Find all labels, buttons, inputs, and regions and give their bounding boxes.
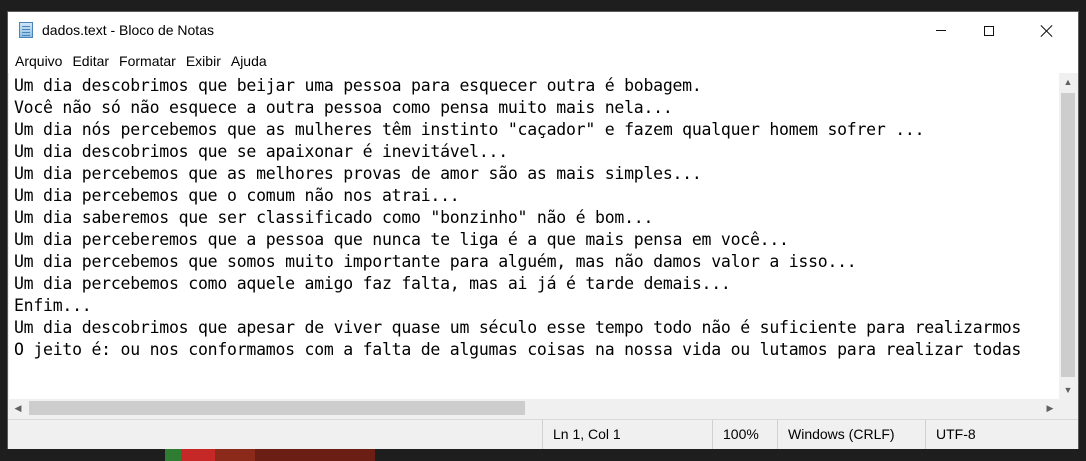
text-line: Um dia descobrimos que apesar de viver q…: [14, 318, 1022, 337]
taskbar-strip: [0, 449, 1086, 461]
text-line: Um dia descobrimos que beijar uma pessoa…: [14, 76, 702, 95]
menu-ajuda[interactable]: Ajuda: [226, 50, 272, 72]
close-button[interactable]: [1018, 12, 1076, 49]
text-line: Um dia nós percebemos que as mulheres tê…: [14, 120, 925, 139]
status-bar: Ln 1, Col 1 100% Windows (CRLF) UTF-8: [8, 419, 1078, 449]
zoom-level: 100%: [712, 420, 777, 449]
scroll-left-icon[interactable]: ◀: [9, 399, 27, 417]
editor-text[interactable]: Um dia descobrimos que beijar uma pessoa…: [9, 73, 1059, 361]
window-title: dados.text - Bloco de Notas: [42, 22, 214, 38]
vertical-scrollbar[interactable]: ▲ ▼: [1059, 73, 1077, 399]
notepad-icon: [19, 22, 33, 38]
vertical-scroll-thumb[interactable]: [1061, 93, 1075, 377]
scrollbar-corner: [1059, 399, 1077, 417]
taskbar-accent: [255, 449, 375, 461]
scroll-up-icon[interactable]: ▲: [1059, 73, 1077, 91]
text-line: Um dia percebemos que as melhores provas…: [14, 164, 702, 183]
maximize-icon: [984, 25, 994, 36]
text-line: Um dia descobrimos que se apaixonar é in…: [14, 142, 508, 161]
minimize-icon: [936, 30, 946, 31]
line-ending: Windows (CRLF): [777, 420, 925, 449]
text-line: Um dia saberemos que ser classificado co…: [14, 208, 654, 227]
menu-formatar[interactable]: Formatar: [114, 50, 181, 72]
horizontal-scrollbar[interactable]: ◀ ▶: [9, 399, 1059, 417]
encoding: UTF-8: [925, 420, 1078, 449]
text-line: Enfim...: [14, 296, 92, 315]
menu-bar: Arquivo Editar Formatar Exibir Ajuda: [8, 49, 1078, 73]
taskbar-accent: [165, 449, 181, 461]
taskbar-accent: [215, 449, 255, 461]
text-line: Um dia percebemos que somos muito import…: [14, 252, 857, 271]
menu-exibir[interactable]: Exibir: [181, 50, 226, 72]
scroll-down-icon[interactable]: ▼: [1059, 381, 1077, 399]
text-line: Um dia percebemos como aquele amigo faz …: [14, 274, 731, 293]
text-line: Você não só não esquece a outra pessoa c…: [14, 98, 673, 117]
menu-editar[interactable]: Editar: [67, 50, 114, 72]
menu-arquivo[interactable]: Arquivo: [10, 50, 67, 72]
cursor-position: Ln 1, Col 1: [542, 420, 712, 449]
text-line: Um dia perceberemos que a pessoa que nun…: [14, 230, 789, 249]
maximize-button[interactable]: [960, 12, 1018, 49]
text-line: O jeito é: ou nos conformamos com a falt…: [14, 340, 1022, 359]
scroll-right-icon[interactable]: ▶: [1041, 399, 1059, 417]
title-bar[interactable]: dados.text - Bloco de Notas: [8, 12, 1078, 49]
notepad-window: dados.text - Bloco de Notas Arquivo Edit…: [8, 12, 1078, 449]
taskbar-accent: [181, 449, 215, 461]
text-line: Um dia percebemos que o comum não nos at…: [14, 186, 460, 205]
horizontal-scroll-thumb[interactable]: [29, 401, 525, 415]
close-icon: [1041, 25, 1053, 37]
text-editor[interactable]: Um dia descobrimos que beijar uma pessoa…: [9, 73, 1059, 399]
